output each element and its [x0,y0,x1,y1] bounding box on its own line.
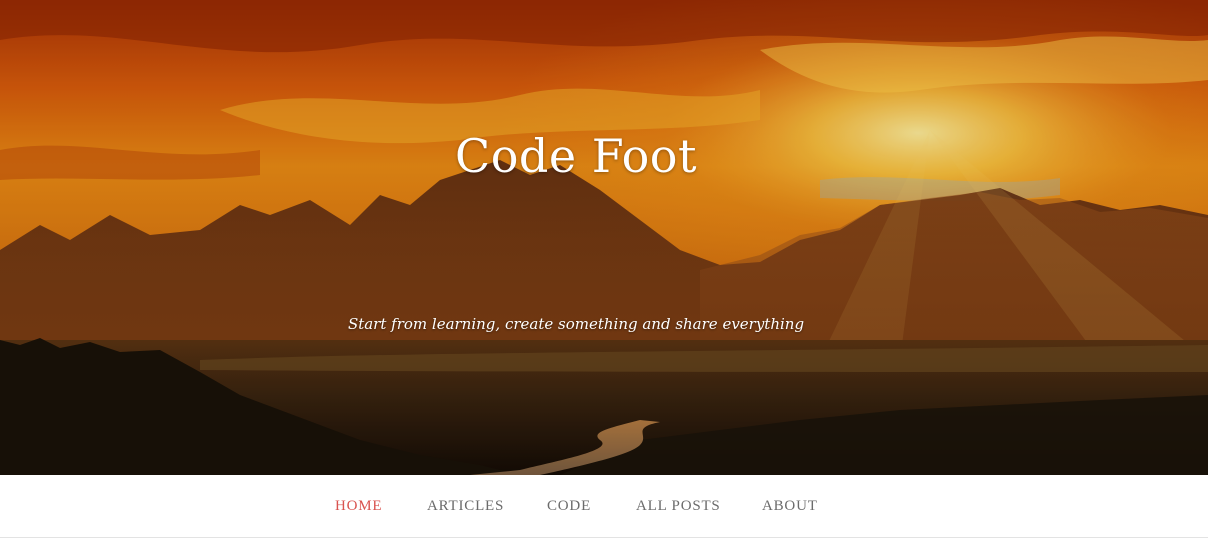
site-tagline: Start from learning, create something an… [347,315,805,333]
main-navigation: HOME ARTICLES CODE ALL POSTS ABOUT [0,475,1208,538]
site-header-hero: Code Foot Start from learning, create so… [0,0,1208,475]
site-title[interactable]: Code Foot [0,126,1152,186]
nav-item-articles[interactable]: ARTICLES [427,496,504,516]
hero-background-image [0,0,1208,475]
nav-item-about[interactable]: ABOUT [762,496,818,516]
nav-item-home[interactable]: HOME [335,496,382,516]
nav-item-all-posts[interactable]: ALL POSTS [636,496,721,516]
nav-menu: HOME ARTICLES CODE ALL POSTS ABOUT [0,475,1208,537]
nav-item-code[interactable]: CODE [547,496,591,516]
